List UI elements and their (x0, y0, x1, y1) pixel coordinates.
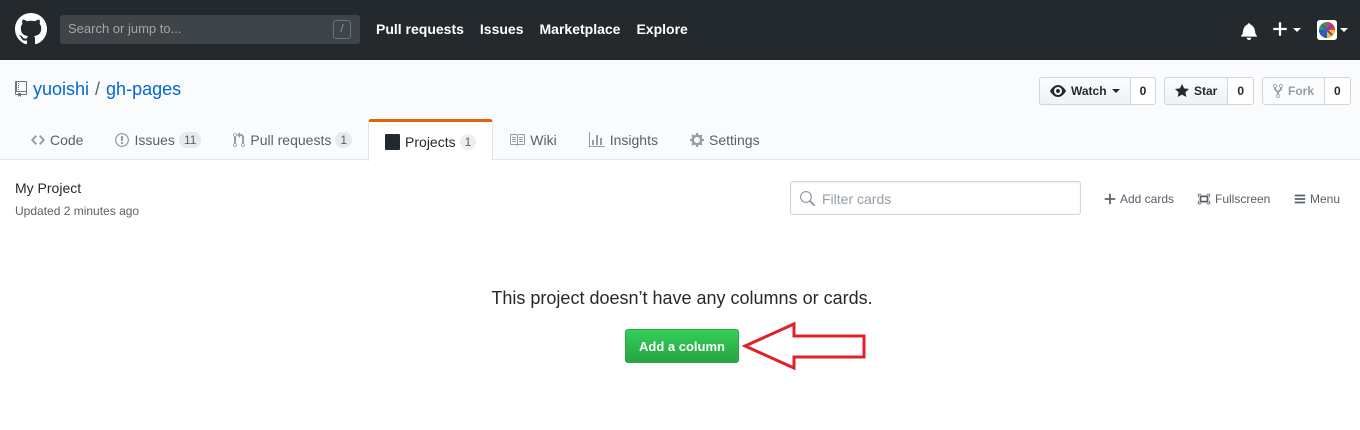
star-group: Star 0 (1164, 77, 1255, 105)
gear-icon (689, 132, 704, 147)
hamburger-icon (1294, 194, 1306, 204)
star-label: Star (1194, 84, 1218, 98)
nav-marketplace[interactable]: Marketplace (540, 21, 621, 37)
empty-project-message: This project doesn’t have any columns or… (491, 288, 873, 308)
tab-settings[interactable]: Settings (674, 119, 776, 160)
project-updated: Updated 2 minutes ago (15, 204, 140, 218)
add-cards-label: Add cards (1120, 192, 1175, 206)
global-header: Search or jump to... / Pull requests Iss… (0, 0, 1360, 60)
fork-icon (1273, 83, 1283, 99)
tab-wiki[interactable]: Wiki (493, 119, 572, 160)
fullscreen-icon (1197, 193, 1211, 205)
filter-cards-input[interactable]: Filter cards (790, 181, 1081, 215)
tab-issues-count: 11 (178, 131, 202, 148)
fork-label: Fork (1288, 84, 1315, 98)
tab-settings-label: Settings (708, 131, 760, 148)
fork-button[interactable]: Fork (1262, 77, 1326, 105)
star-button[interactable]: Star (1164, 77, 1229, 105)
repo-owner-link[interactable]: yuoishi (33, 79, 89, 99)
nav-issues[interactable]: Issues (480, 21, 524, 37)
header-nav: Pull requests Issues Marketplace Explore (376, 21, 704, 37)
tab-pull-requests-label: Pull requests (250, 131, 332, 148)
code-icon (31, 134, 45, 145)
search-icon (800, 191, 815, 206)
tab-insights-label: Insights (609, 131, 658, 148)
menu-label: Menu (1310, 192, 1341, 206)
nav-pull-requests[interactable]: Pull requests (376, 21, 464, 37)
search-input[interactable]: Search or jump to... / (60, 15, 360, 44)
watch-label: Watch (1071, 84, 1107, 98)
annotation-arrow-icon (742, 321, 866, 371)
menu-button[interactable]: Menu (1294, 192, 1340, 206)
star-icon (1175, 84, 1189, 97)
repo-icon (15, 81, 27, 97)
book-icon (510, 133, 526, 146)
graph-icon (588, 131, 605, 147)
tab-issues-label: Issues (134, 131, 175, 148)
fork-group: Fork 0 (1262, 77, 1351, 105)
nav-explore[interactable]: Explore (636, 21, 687, 37)
issue-icon (115, 132, 130, 147)
fork-count[interactable]: 0 (1325, 77, 1351, 105)
watch-count[interactable]: 0 (1130, 77, 1157, 105)
tab-projects-count: 1 (459, 133, 477, 150)
project-icon (385, 133, 401, 150)
repo-header: yuoishi / gh-pages Watch 0 Star 0 Fork 0… (0, 60, 1360, 161)
add-column-button[interactable]: Add a column (625, 329, 739, 363)
github-logo-icon[interactable] (15, 13, 47, 45)
tab-insights[interactable]: Insights (573, 119, 674, 160)
tab-issues[interactable]: Issues 11 (99, 119, 217, 160)
pull-request-icon (233, 131, 246, 147)
add-cards-button[interactable]: Add cards (1104, 192, 1174, 206)
bell-icon[interactable] (1241, 22, 1257, 40)
tab-code-label: Code (50, 131, 84, 148)
plus-icon[interactable] (1272, 20, 1288, 38)
tab-projects-label: Projects (405, 133, 456, 150)
tab-pull-requests-count: 1 (335, 131, 353, 148)
search-shortcut-key: / (333, 20, 351, 39)
repo-path-separator: / (95, 79, 101, 99)
avatar[interactable] (1317, 20, 1337, 40)
repo-nav-tabs: Code Issues 11 Pull requests 1 Projects … (15, 119, 776, 161)
repo-title: yuoishi / gh-pages (33, 79, 181, 100)
star-count[interactable]: 0 (1228, 77, 1255, 105)
fullscreen-button[interactable]: Fullscreen (1197, 192, 1270, 206)
watch-group: Watch 0 (1039, 77, 1157, 105)
search-placeholder: Search or jump to... (68, 21, 182, 36)
watch-button[interactable]: Watch (1039, 77, 1131, 105)
tab-code[interactable]: Code (15, 119, 99, 160)
watch-dropdown-caret-icon (1111, 89, 1120, 93)
fullscreen-label: Fullscreen (1215, 192, 1271, 206)
tab-pull-requests[interactable]: Pull requests 1 (217, 119, 368, 160)
repo-name-link[interactable]: gh-pages (106, 79, 181, 99)
tab-projects[interactable]: Projects 1 (368, 119, 494, 161)
filter-cards-placeholder: Filter cards (822, 191, 892, 207)
project-name: My Project (15, 180, 82, 196)
plus-dropdown-caret-icon[interactable] (1293, 28, 1301, 32)
eye-icon (1050, 85, 1066, 97)
plus-icon (1104, 193, 1116, 205)
tab-wiki-label: Wiki (530, 131, 557, 148)
avatar-dropdown-caret-icon[interactable] (1340, 28, 1348, 32)
